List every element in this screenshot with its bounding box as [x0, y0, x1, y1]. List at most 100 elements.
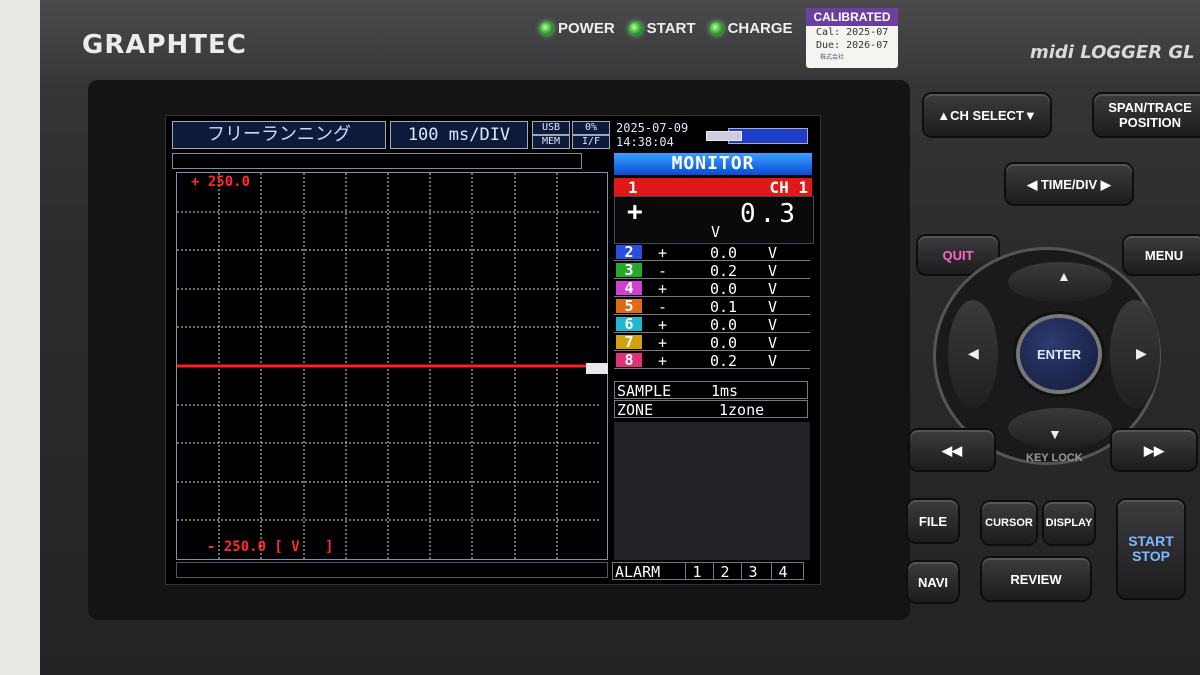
time-div-indicator: 100 ms/DIV — [390, 121, 528, 149]
channel-unit: V — [768, 262, 778, 280]
channel-sign: + — [658, 244, 668, 262]
power-led-label: POWER — [558, 20, 615, 37]
calibration-sticker: CALIBRATED Cal: 2025-07 Due: 2026-07 株式会… — [806, 8, 898, 68]
usb-indicator: USB — [532, 121, 570, 135]
waveform-graph: + 250.0 - 250.0 [ V ] — [176, 172, 608, 560]
calibration-due-date: Due: 2026-07 — [816, 40, 889, 51]
ch-select-button[interactable]: ▲CH SELECT▼ — [924, 94, 1050, 136]
arrow-down-icon: ▼ — [1048, 426, 1062, 442]
channel-number: 6 — [616, 317, 642, 332]
sample-label: SAMPLE — [617, 382, 672, 400]
brand-logo: GRAPHTEC — [82, 30, 247, 60]
channel-sign: + — [658, 334, 668, 352]
charge-led-label: CHARGE — [727, 20, 793, 37]
rewind-button[interactable]: ◀◀ — [910, 430, 994, 470]
channel-row: 4 +0.0 V — [614, 280, 810, 298]
ch1-readout: + 0.3 V — [614, 196, 814, 244]
dpad-right-button[interactable] — [1110, 300, 1160, 408]
ch1-sign: + — [627, 197, 643, 227]
ch1-header: 1 CH 1 — [614, 178, 812, 197]
channel-value: 0.0 — [710, 316, 738, 334]
channel-unit: V — [768, 298, 778, 316]
file-button[interactable]: FILE — [908, 500, 958, 542]
arrow-right-icon: ▶ — [1136, 345, 1147, 361]
channel-sign: + — [658, 316, 668, 334]
channel-row: 3 - 0.2 V — [614, 262, 810, 280]
channel-row: 6 +0.0 V — [614, 316, 810, 334]
memory-usage-bar — [706, 126, 810, 146]
ch1-value: 0.3 — [740, 199, 799, 229]
time-readout: 14:38:04 — [616, 135, 674, 149]
review-button[interactable]: REVIEW — [982, 558, 1090, 600]
display-button[interactable]: DISPLAY — [1044, 502, 1094, 544]
ch1-name: CH 1 — [769, 178, 808, 197]
lcd-screen: フリーランニング 100 ms/DIV USB MEM 0% I/F 2025-… — [165, 115, 821, 585]
start-led-group: START — [628, 20, 696, 37]
memory-bar-knob — [706, 131, 742, 141]
mode-indicator: フリーランニング — [172, 121, 386, 149]
channel-sign: + — [658, 280, 668, 298]
key-lock-label: KEY LOCK — [1026, 452, 1083, 464]
monitor-title: MONITOR — [614, 153, 812, 175]
mem-indicator: MEM — [532, 135, 570, 149]
zone-label: ZONE — [617, 401, 654, 419]
calibration-cal-date: Cal: 2025-07 — [816, 27, 889, 38]
zone-row: ZONE 1zone — [614, 400, 808, 419]
if-indicator: I/F — [572, 135, 610, 149]
alarm-slot-4: 4 — [771, 563, 794, 581]
date-readout: 2025-07-09 — [616, 121, 689, 135]
arrow-up-icon: ▲ — [1057, 268, 1071, 284]
calibration-footer: 株式会社 — [820, 54, 845, 61]
channel-row: 5 - 0.1 V — [614, 298, 810, 316]
sample-value: 1ms — [711, 382, 739, 400]
channel-number: 8 — [616, 353, 642, 368]
calibration-header: CALIBRATED — [806, 8, 898, 26]
datetime-readout: 2025-07-09 14:38:04 — [616, 121, 688, 149]
alarm-slot-2: 2 — [713, 563, 736, 581]
time-div-button[interactable]: ◀ TIME/DIV ▶ — [1006, 164, 1132, 204]
arrow-left-icon: ◀ — [968, 345, 979, 361]
enter-button[interactable]: ENTER — [1020, 318, 1098, 390]
alarm-row: ALARM 1 2 3 4 — [612, 562, 804, 581]
channel-number: 2 — [616, 245, 642, 260]
channel-number: 5 — [616, 299, 642, 314]
menu-button[interactable]: MENU — [1124, 236, 1200, 274]
start-stop-button[interactable]: START STOP — [1118, 500, 1184, 598]
ch1-number: 1 — [628, 178, 638, 197]
channel-unit: V — [768, 244, 778, 262]
span-trace-button[interactable]: SPAN/TRACE POSITION — [1094, 94, 1200, 136]
power-led-icon — [540, 22, 553, 35]
channel-sign: - — [658, 262, 668, 280]
waveform-grid — [177, 173, 599, 559]
fast-forward-button[interactable]: ▶▶ — [1112, 430, 1196, 470]
navi-button[interactable]: NAVI — [908, 562, 958, 602]
channel-row: 2 +0.0 V — [614, 244, 810, 262]
power-led-group: POWER — [540, 20, 615, 37]
cursor-button[interactable]: CURSOR — [982, 502, 1036, 544]
monitor-blank-area — [614, 422, 810, 560]
start-led-icon — [628, 22, 642, 35]
channel-number: 3 — [616, 263, 642, 278]
channel-sign: - — [658, 298, 668, 316]
charge-led-icon — [709, 22, 723, 35]
trace-position-marker — [586, 363, 608, 374]
ch1-unit: V — [711, 223, 721, 241]
channel-unit: V — [768, 280, 778, 298]
channel-row: 7 +0.0 V — [614, 334, 810, 352]
status-leds: POWER START CHARGE — [540, 20, 793, 37]
channel-number: 7 — [616, 335, 642, 350]
channel-unit: V — [768, 352, 778, 370]
alarm-slot-3: 3 — [741, 563, 764, 581]
channel-unit: V — [768, 316, 778, 334]
model-label: midi LOGGER GL — [1030, 42, 1195, 63]
channel-value: 0.0 — [710, 280, 738, 298]
zone-value: 1zone — [719, 401, 765, 419]
alarm-slot-1: 1 — [685, 563, 708, 581]
charge-led-group: CHARGE — [709, 20, 793, 37]
status-subbar — [172, 153, 582, 169]
channel-value: 0.2 — [710, 262, 738, 280]
channel-value: 0.2 — [710, 352, 738, 370]
channel-sign: + — [658, 352, 668, 370]
channel-unit: V — [768, 334, 778, 352]
sample-row: SAMPLE 1ms — [614, 381, 808, 400]
